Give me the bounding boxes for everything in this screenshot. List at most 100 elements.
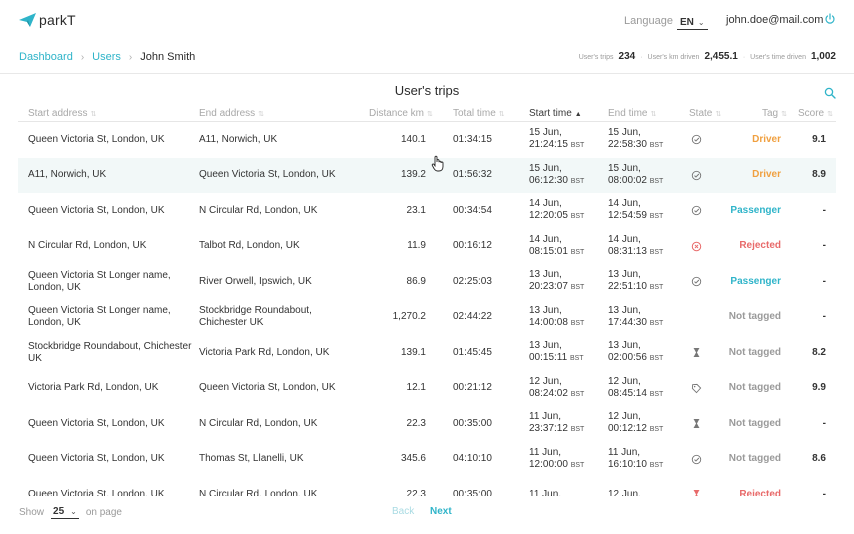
start-address-cell: Queen Victoria St, London, UK — [28, 133, 165, 145]
column-end-address[interactable]: End address ⇅ — [199, 108, 264, 119]
user-email[interactable]: john.doe@mail.com — [726, 14, 823, 26]
tag-icon — [691, 383, 701, 394]
start-time-cell: 11 Jun, 23:37:12 BST — [529, 411, 585, 435]
total-time-cell: 04:10:10 — [453, 453, 492, 465]
total-time-cell: 01:34:15 — [453, 133, 492, 145]
end-time-cell: 14 Jun, 08:31:13 BST — [608, 233, 664, 257]
header-divider — [0, 73, 854, 74]
logo-text: parkT — [39, 12, 76, 28]
tag-cell[interactable]: Driver — [708, 122, 781, 158]
table-row[interactable]: Victoria Park Rd, London, UK Queen Victor… — [18, 371, 836, 407]
stat-separator: · — [742, 54, 746, 61]
table-row[interactable]: Queen Victoria St, London, UK N Circular … — [18, 193, 836, 229]
table-row[interactable]: A11, Norwich, UK Queen Victoria St, Londo… — [18, 157, 836, 194]
check-circle-icon — [691, 454, 701, 464]
sort-icon: ⇅ — [427, 111, 433, 118]
table-row[interactable]: Queen Victoria St, London, UK N Circular … — [18, 477, 836, 496]
start-address-cell: Stockbridge Roundabout, Chichester UK — [28, 340, 192, 364]
tag-cell[interactable]: Not tagged — [708, 371, 781, 407]
column-tag[interactable]: Tag ⇅ — [762, 108, 787, 119]
breadcrumb: Dashboard › Users › John Smith — [19, 51, 195, 63]
column-state[interactable]: State ⇅ — [689, 108, 721, 119]
start-time-cell: 15 Jun, 06:12:30 BST — [529, 162, 585, 186]
start-address-cell: Queen Victoria St, London, UK — [28, 417, 165, 429]
hourglass-red-icon — [693, 490, 699, 496]
tag-cell[interactable]: Not tagged — [708, 300, 781, 336]
tag-cell[interactable]: Not tagged — [708, 406, 781, 442]
search-icon[interactable] — [824, 87, 836, 99]
trips-stat-label: User's trips — [578, 54, 614, 61]
column-end-time[interactable]: End time ⇅ — [608, 108, 656, 119]
score-cell: 8.6 — [812, 453, 826, 465]
x-circle-icon — [691, 241, 701, 251]
start-time-cell: 15 Jun, 21:24:15 BST — [529, 127, 585, 151]
table-row[interactable]: Stockbridge Roundabout, Chichester UK Vic… — [18, 335, 836, 371]
end-time-cell: 12 Jun, 08:45:14 BST — [608, 375, 664, 399]
start-time-cell: 12 Jun, 08:24:02 BST — [529, 375, 585, 399]
total-time-cell: 00:35:00 — [453, 488, 492, 496]
table-row[interactable]: Queen Victoria St Longer name, London, U… — [18, 300, 836, 336]
column-start-address[interactable]: Start address ⇅ — [28, 108, 96, 119]
distance-cell: 12.1 — [406, 382, 426, 394]
language-label: Language — [624, 15, 673, 27]
table-row[interactable]: Queen Victoria St, London, UK A11, Norwic… — [18, 122, 836, 158]
table-row[interactable]: N Circular Rd, London, UK Talbot Rd, Lond… — [18, 229, 836, 265]
tag-cell[interactable]: Not tagged — [708, 442, 781, 478]
start-address-cell: Victoria Park Rd, London, UK — [28, 382, 159, 394]
tag-cell[interactable]: Passenger — [708, 193, 781, 229]
start-address-cell: Queen Victoria St, London, UK — [28, 453, 165, 465]
total-time-cell: 00:16:12 — [453, 240, 492, 252]
end-address-cell: N Circular Rd, London, UK — [199, 417, 318, 429]
check-circle-icon — [691, 206, 701, 216]
state-cell — [689, 371, 703, 407]
end-address-cell: Queen Victoria St, London, UK — [199, 382, 336, 394]
tag-cell[interactable]: Driver — [708, 158, 781, 194]
column-score[interactable]: Score ⇅ — [798, 108, 833, 119]
state-cell — [689, 122, 703, 158]
column-distance[interactable]: Distance km ⇅ — [369, 108, 433, 119]
start-time-cell: 13 Jun, 14:00:08 BST — [529, 304, 585, 328]
table-row[interactable]: Queen Victoria St, London, UK Thomas St, … — [18, 442, 836, 478]
score-cell: - — [822, 311, 826, 323]
back-button[interactable]: Back — [392, 506, 414, 517]
table-row[interactable]: Queen Victoria St Longer name, London, U… — [18, 264, 836, 300]
breadcrumb-users[interactable]: Users — [92, 51, 121, 63]
top-bar: parkT Language EN ⌄ john.doe@mail.com — [0, 0, 854, 42]
end-address-cell: A11, Norwich, UK — [199, 133, 278, 145]
total-time-cell: 01:56:32 — [453, 169, 492, 181]
tag-cell[interactable]: Rejected — [708, 229, 781, 265]
end-address-cell: N Circular Rd, London, UK — [199, 204, 318, 216]
page-size-select[interactable]: 25 ⌄ — [51, 506, 79, 519]
breadcrumb-dashboard[interactable]: Dashboard — [19, 51, 73, 63]
check-circle-icon — [691, 277, 701, 287]
distance-cell: 139.2 — [400, 169, 426, 181]
power-icon[interactable] — [824, 13, 836, 25]
next-button[interactable]: Next — [430, 506, 452, 517]
total-time-cell: 02:44:22 — [453, 311, 492, 323]
start-time-cell: 13 Jun, 20:23:07 BST — [529, 269, 585, 293]
tag-cell[interactable]: Rejected — [708, 477, 781, 496]
start-time-cell: 13 Jun, 00:15:11 BST — [529, 340, 584, 364]
language-select[interactable]: EN ⌄ — [677, 13, 708, 30]
trips-table-body: Queen Victoria St, London, UK A11, Norwic… — [18, 122, 836, 496]
on-page-label: on page — [85, 507, 122, 518]
score-cell: - — [822, 488, 826, 496]
sort-icon: ⇅ — [498, 111, 505, 118]
hand-cursor-icon — [431, 155, 444, 172]
table-row[interactable]: Queen Victoria St, London, UK N Circular … — [18, 406, 836, 442]
end-address-cell: Queen Victoria St, London, UK — [199, 169, 336, 181]
page-size-value: 25 — [53, 506, 65, 517]
distance-cell: 345.6 — [400, 453, 426, 465]
score-cell: 9.1 — [812, 133, 826, 145]
tag-cell[interactable]: Passenger — [708, 264, 781, 300]
chevron-down-icon: ⌄ — [70, 507, 77, 516]
distance-cell: 22.3 — [406, 488, 426, 496]
tag-cell[interactable]: Not tagged — [708, 335, 781, 371]
logo[interactable]: parkT — [18, 11, 76, 29]
distance-cell: 1,270.2 — [392, 311, 426, 323]
end-time-cell: 12 Jun, 00:12:12 BST — [608, 411, 664, 435]
start-address-cell: N Circular Rd, London, UK — [28, 240, 147, 252]
column-start-time[interactable]: Start time ▲ — [529, 108, 582, 119]
hourglass-icon — [693, 348, 699, 358]
column-total-time[interactable]: Total time ⇅ — [453, 108, 505, 119]
